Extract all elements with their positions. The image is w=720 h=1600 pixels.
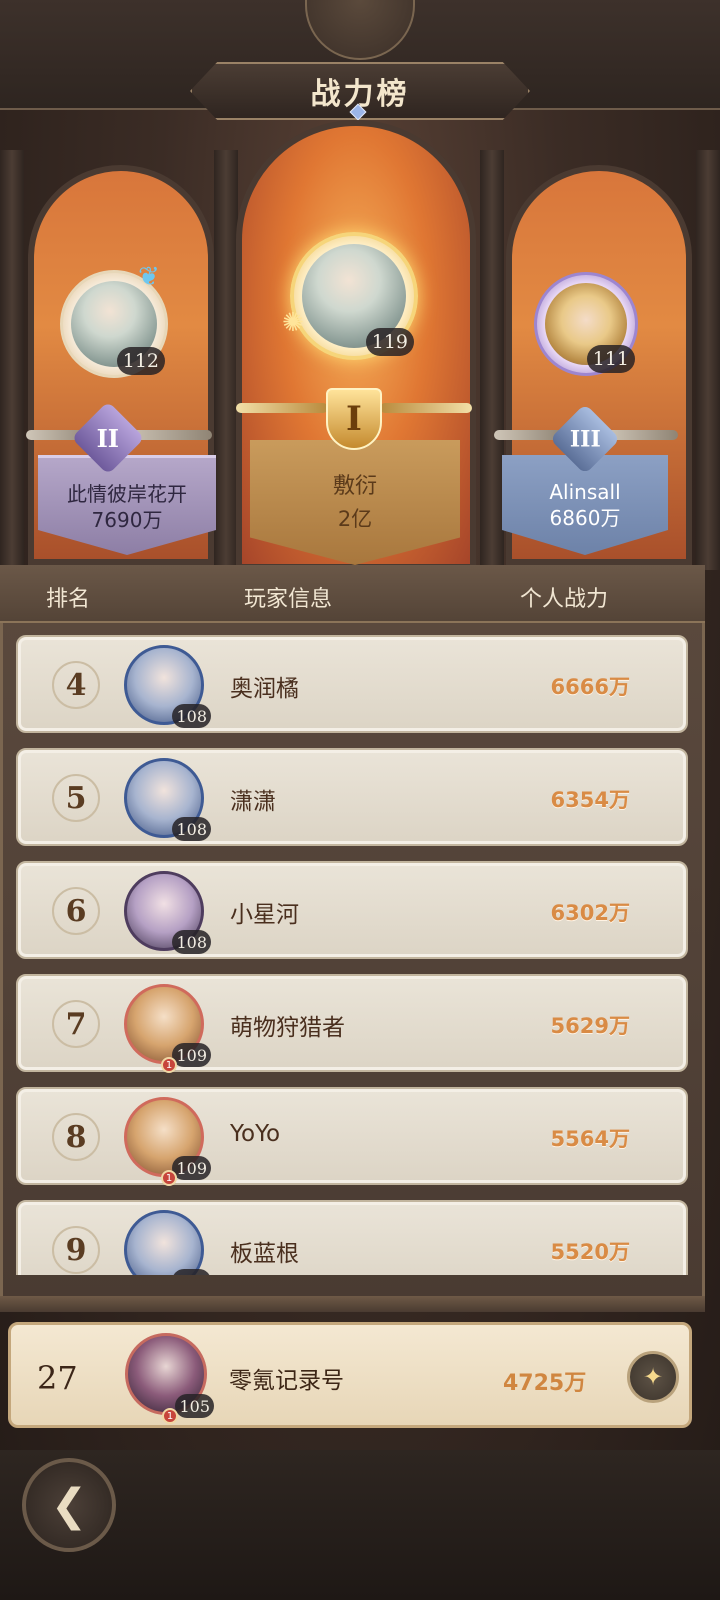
avatar[interactable]: 109 1 <box>124 1097 211 1186</box>
ranking-list[interactable]: 4 108 奥润橘 6666万 5 108 潇潇 6354万 6 108 小星河… <box>12 630 692 1275</box>
column-player: 玩家信息 <box>244 587 333 612</box>
list-divider <box>0 1296 705 1312</box>
podium-name: 此情彼岸花开 <box>67 481 187 506</box>
table-row[interactable]: 9 105 板蓝根 5520万 <box>16 1200 688 1275</box>
list-header: 排名 玩家信息 个人战力 <box>0 565 705 623</box>
sparkle-icon: ✺ <box>282 308 304 338</box>
butterfly-icon: ❦ <box>138 262 160 292</box>
row-rank: 7 <box>52 1000 100 1048</box>
avatar[interactable]: 108 <box>124 871 211 954</box>
level-badge: 105 <box>172 1269 211 1275</box>
pillar <box>0 150 24 570</box>
podium-power: 7690万 <box>91 507 163 532</box>
rank-numeral: III <box>569 426 601 452</box>
player-power: 6666万 <box>550 675 630 699</box>
podium-name: Alinsall <box>549 480 621 504</box>
column-rank: 排名 <box>46 587 91 612</box>
rank-up-badge: 1 <box>161 1170 177 1186</box>
player-power: 6302万 <box>550 901 630 925</box>
podium-avatar-third[interactable]: 111 <box>534 272 638 376</box>
rank-numeral: II <box>96 423 120 453</box>
level-badge: 108 <box>172 930 211 954</box>
player-power: 5564万 <box>550 1127 630 1151</box>
player-name: 奥润橘 <box>230 676 299 702</box>
level-badge: 108 <box>172 704 211 728</box>
player-name: 潇潇 <box>230 789 276 815</box>
table-row[interactable]: 7 109 1 萌物狩猎者 5629万 <box>16 974 688 1073</box>
pillar <box>214 150 238 570</box>
share-icon: ✦ <box>642 1363 664 1391</box>
row-rank: 5 <box>52 774 100 822</box>
back-arrow-icon: ❮ <box>50 1479 88 1531</box>
row-rank: 9 <box>52 1226 100 1274</box>
player-name: 小星河 <box>230 902 299 928</box>
avatar[interactable]: 108 <box>124 645 211 728</box>
level-badge: 109 <box>172 1043 211 1067</box>
pillar <box>480 150 504 570</box>
avatar[interactable]: 105 <box>124 1210 211 1275</box>
wing-ornament <box>380 403 472 413</box>
level-badge: 111 <box>586 345 635 373</box>
row-rank: 4 <box>52 661 100 709</box>
level-badge: 109 <box>172 1156 211 1180</box>
wing-ornament <box>236 403 328 413</box>
podium-power: 6860万 <box>549 506 621 530</box>
pillar <box>696 150 720 570</box>
level-badge: 119 <box>365 328 414 356</box>
leaderboard-screen: 战力榜 119 112 ❦ 119 ✺ 111 此情彼岸花开 7690万 敷衍 … <box>0 0 720 1600</box>
player-power: 6354万 <box>550 788 630 812</box>
table-row[interactable]: 5 108 潇潇 6354万 <box>16 748 688 846</box>
rank-numeral: I <box>346 399 362 439</box>
share-button[interactable]: ✦ <box>627 1351 679 1403</box>
my-rank: 27 <box>37 1359 78 1397</box>
player-name: YoYo <box>230 1121 281 1147</box>
column-power: 个人战力 <box>520 587 609 612</box>
table-row[interactable]: 8 109 1 YoYo 5564万 <box>16 1087 688 1186</box>
rank-up-badge: 1 <box>161 1057 177 1073</box>
avatar[interactable]: 105 1 <box>125 1333 214 1424</box>
player-power: 5629万 <box>550 1014 630 1038</box>
level-badge: 105 <box>175 1394 214 1418</box>
player-name: 板蓝根 <box>230 1241 299 1267</box>
player-power: 5520万 <box>550 1240 630 1264</box>
podium-power: 2亿 <box>337 506 373 531</box>
podium-avatar-first[interactable]: 119 <box>290 232 418 360</box>
row-rank: 6 <box>52 887 100 935</box>
player-name: 萌物狩猎者 <box>230 1015 345 1041</box>
table-row[interactable]: 6 108 小星河 6302万 <box>16 861 688 959</box>
row-rank: 8 <box>52 1113 100 1161</box>
rank-emblem-first: I <box>326 388 382 450</box>
my-ranking-row[interactable]: 27 105 1 零氪记录号 4725万 ✦ <box>8 1322 692 1428</box>
table-row[interactable]: 4 108 奥润橘 6666万 <box>16 635 688 733</box>
avatar[interactable]: 108 <box>124 758 211 841</box>
rank-up-badge: 1 <box>162 1408 178 1424</box>
podium-name: 敷衍 <box>332 473 377 499</box>
level-badge: 108 <box>172 817 211 841</box>
my-player-power: 4725万 <box>503 1371 587 1396</box>
back-button[interactable]: ❮ <box>22 1458 116 1552</box>
my-player-name: 零氪记录号 <box>229 1368 344 1394</box>
level-badge: 112 <box>116 347 165 375</box>
avatar[interactable]: 109 1 <box>124 984 211 1073</box>
